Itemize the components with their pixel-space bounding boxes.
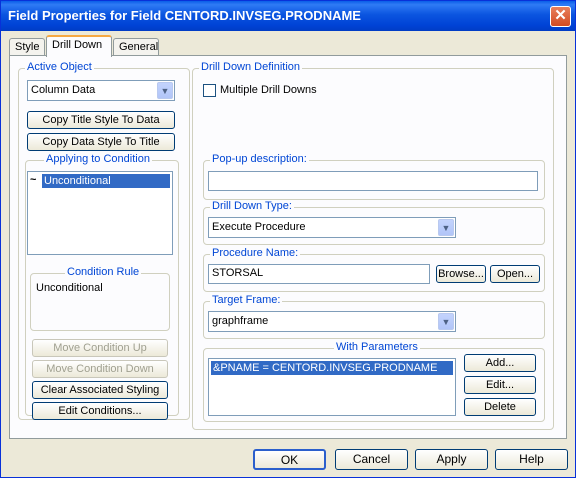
copy-data-style-button[interactable]: Copy Data Style To Title [27, 133, 175, 151]
close-button[interactable]: ✕ [550, 6, 571, 27]
close-icon: ✕ [554, 7, 567, 24]
with-parameters-legend: With Parameters [334, 341, 420, 353]
apply-button[interactable]: Apply [415, 449, 488, 470]
chevron-down-icon[interactable]: ▼ [438, 313, 454, 330]
dialog-button-bar: OK Cancel Apply Help [1, 443, 575, 477]
target-frame-select[interactable]: graphframe ▼ [208, 311, 456, 332]
move-condition-down-button[interactable]: Move Condition Down [32, 360, 168, 378]
target-frame-group: Target Frame: graphframe ▼ [203, 294, 545, 339]
clear-associated-styling-button[interactable]: Clear Associated Styling [32, 381, 168, 399]
title-bar: Field Properties for Field CENTORD.INVSE… [1, 1, 575, 31]
drill-down-definition-group: Drill Down Definition Multiple Drill Dow… [192, 61, 554, 430]
active-object-select[interactable]: Column Data ▼ [27, 80, 175, 101]
drill-down-definition-legend: Drill Down Definition [199, 61, 303, 73]
active-object-value: Column Data [31, 84, 96, 96]
tab-label: Drill Down [52, 39, 103, 51]
procedure-name-legend: Procedure Name: [210, 247, 301, 259]
delete-parameter-button[interactable]: Delete [464, 398, 536, 416]
move-condition-up-button[interactable]: Move Condition Up [32, 339, 168, 357]
popup-description-legend: Pop-up description: [210, 153, 309, 165]
help-button[interactable]: Help [495, 449, 568, 470]
parameters-list[interactable]: &PNAME = CENTORD.INVSEG.PRODNAME [208, 358, 456, 416]
condition-list[interactable]: ~ Unconditional [27, 171, 173, 255]
applying-condition-legend: Applying to Condition [44, 153, 152, 165]
with-parameters-group: With Parameters &PNAME = CENTORD.INVSEG.… [203, 341, 545, 422]
active-object-group: Active Object Column Data ▼ Copy Title S… [18, 61, 190, 420]
cancel-button[interactable]: Cancel [335, 449, 408, 470]
condition-rule-legend: Condition Rule [65, 266, 142, 278]
condition-item-unconditional[interactable]: Unconditional [42, 174, 170, 188]
condition-marker-icon: ~ [30, 174, 37, 186]
tab-drill-down[interactable]: Drill Down [46, 35, 112, 57]
drill-down-type-select[interactable]: Execute Procedure ▼ [208, 217, 456, 238]
browse-button[interactable]: Browse... [436, 265, 486, 283]
multiple-drill-downs-label: Multiple Drill Downs [220, 84, 317, 96]
drill-down-type-group: Drill Down Type: Execute Procedure ▼ [203, 200, 545, 245]
field-properties-dialog: Field Properties for Field CENTORD.INVSE… [0, 0, 576, 478]
target-frame-value: graphframe [212, 315, 269, 327]
drill-down-type-legend: Drill Down Type: [210, 200, 294, 212]
multiple-drill-downs-checkbox[interactable] [203, 84, 216, 97]
procedure-name-group: Procedure Name: STORSAL Browse... Open..… [203, 247, 545, 292]
condition-rule-text: Unconditional [36, 282, 103, 294]
edit-conditions-button[interactable]: Edit Conditions... [32, 402, 168, 420]
chevron-down-icon[interactable]: ▼ [438, 219, 454, 236]
popup-description-group: Pop-up description: [203, 153, 545, 200]
copy-title-style-button[interactable]: Copy Title Style To Data [27, 111, 175, 129]
ok-button[interactable]: OK [253, 449, 326, 470]
add-parameter-button[interactable]: Add... [464, 354, 536, 372]
drill-down-panel: Active Object Column Data ▼ Copy Title S… [9, 55, 567, 439]
drill-down-type-value: Execute Procedure [212, 221, 306, 233]
parameter-item[interactable]: &PNAME = CENTORD.INVSEG.PRODNAME [211, 361, 453, 375]
window-title: Field Properties for Field CENTORD.INVSE… [8, 8, 361, 23]
condition-rule-group: Condition Rule Unconditional [30, 266, 170, 331]
target-frame-legend: Target Frame: [210, 294, 283, 306]
open-button[interactable]: Open... [490, 265, 540, 283]
tab-label: Style [15, 41, 40, 53]
edit-parameter-button[interactable]: Edit... [464, 376, 536, 394]
popup-description-input[interactable] [208, 171, 538, 191]
tab-label: General [119, 41, 159, 53]
active-object-legend: Active Object [25, 61, 94, 73]
chevron-down-icon[interactable]: ▼ [157, 82, 173, 99]
applying-condition-group: Applying to Condition ~ Unconditional Co… [25, 153, 179, 420]
procedure-name-input[interactable]: STORSAL [208, 264, 430, 284]
